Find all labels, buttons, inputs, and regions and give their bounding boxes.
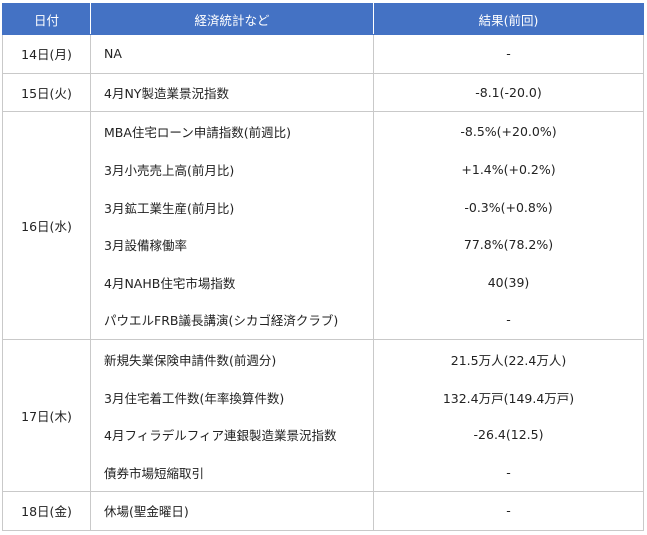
table-row: 債券市場短縮取引 - — [3, 453, 644, 492]
event-cell: 3月住宅着工件数(年率換算件数) — [90, 378, 374, 416]
event-cell: 3月鉱工業生産(前月比) — [90, 188, 374, 226]
result-cell: -26.4(12.5) — [373, 416, 644, 454]
table-header-row: 日付 経済統計など 結果(前回) — [2, 3, 644, 35]
event-cell: 4月NY製造業景況指数 — [90, 72, 374, 112]
event-cell: 新規失業保険申請件数(前週分) — [90, 338, 374, 379]
result-cell: 21.5万人(22.4万人) — [373, 338, 644, 379]
economic-calendar-table: 日付 経済統計など 結果(前回) 14日(月) NA -15日(火) 4月NY製造業景… — [2, 3, 644, 531]
result-cell: -8.5%(+20.0%) — [373, 111, 644, 151]
table-row: 18日(金) 休場(聖金曜日) - — [2, 491, 644, 531]
event-cell: 3月小売売上高(前月比) — [90, 151, 374, 189]
result-cell: 40(39) — [373, 263, 644, 301]
date-cell: 15日(火) — [2, 72, 91, 112]
header-event: 経済統計など — [90, 3, 374, 35]
result-cell: - — [373, 34, 644, 74]
event-cell: 4月NAHB住宅市場指数 — [90, 263, 374, 301]
result-cell: -8.1(-20.0) — [373, 72, 644, 112]
header-result: 結果(前回) — [373, 3, 644, 35]
table-row: パウエルFRB議長講演(シカゴ経済クラブ) - — [3, 301, 644, 340]
result-cell: 77.8%(78.2%) — [373, 226, 644, 264]
date-cell: 16日(水) — [2, 111, 91, 340]
event-cell: 3月設備稼働率 — [90, 226, 374, 264]
date-cell: 14日(月) — [2, 34, 91, 74]
table-row: 3月設備稼働率 77.8%(78.2%) — [3, 226, 644, 264]
event-cell: NA — [90, 34, 374, 74]
table-row: 14日(月) NA - — [2, 34, 644, 74]
table-row: 4月フィラデルフィア連銀製造業景況指数 -26.4(12.5) — [3, 416, 644, 454]
result-cell: - — [373, 491, 644, 531]
table-row: 3月鉱工業生産(前月比) -0.3%(+0.8%) — [3, 188, 644, 226]
table-row: 3月住宅着工件数(年率換算件数) 132.4万戸(149.4万戸) — [3, 378, 644, 416]
header-date: 日付 — [2, 3, 91, 35]
date-cell: 17日(木) — [2, 338, 91, 492]
event-cell: 4月フィラデルフィア連銀製造業景況指数 — [90, 416, 374, 454]
table-row: 16日(水) MBA住宅ローン申請指数(前週比) -8.5%(+20.0%) — [2, 111, 644, 340]
result-cell: - — [373, 301, 644, 340]
table-body: 14日(月) NA -15日(火) 4月NY製造業景況指数 -8.1(-20.0) 16日… — [2, 34, 644, 531]
result-cell: - — [373, 453, 644, 492]
event-cell: 休場(聖金曜日) — [90, 491, 374, 531]
table-row: 15日(火) 4月NY製造業景況指数 -8.1(-20.0) — [2, 72, 644, 112]
table-row: 3月小売売上高(前月比) +1.4%(+0.2%) — [3, 151, 644, 189]
event-cell: MBA住宅ローン申請指数(前週比) — [90, 111, 374, 151]
date-cell: 18日(金) — [2, 491, 91, 531]
result-cell: -0.3%(+0.8%) — [373, 188, 644, 226]
table-row: 17日(木) 新規失業保険申請件数(前週分) 21.5万人(22.4万人) — [2, 338, 644, 492]
table-row: 4月NAHB住宅市場指数 40(39) — [3, 263, 644, 301]
result-cell: 132.4万戸(149.4万戸) — [373, 378, 644, 416]
result-cell: +1.4%(+0.2%) — [373, 151, 644, 189]
event-cell: 債券市場短縮取引 — [90, 453, 374, 492]
event-cell: パウエルFRB議長講演(シカゴ経済クラブ) — [90, 301, 374, 340]
